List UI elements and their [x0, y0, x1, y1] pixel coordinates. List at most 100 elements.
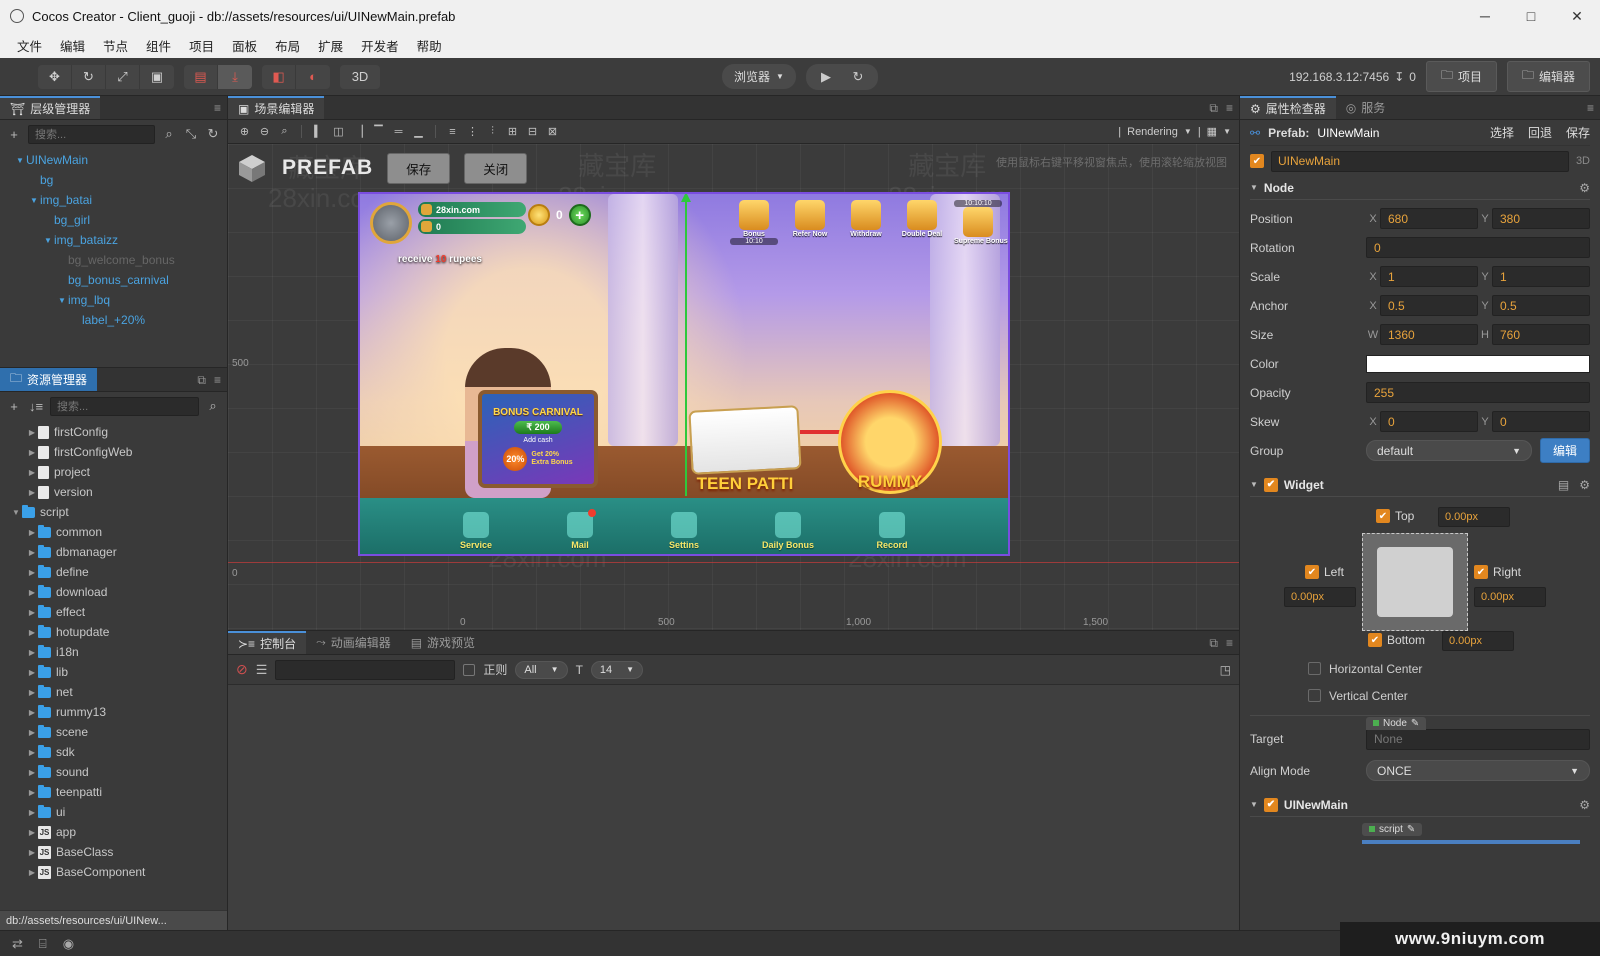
prefab-revert-button[interactable]: 回退 [1528, 124, 1552, 141]
edit-icon[interactable]: ✎ [1411, 718, 1419, 729]
align-bottom-icon[interactable]: ▁ [410, 123, 427, 140]
gear-icon[interactable]: ⚙ [1579, 798, 1590, 812]
target-value[interactable]: None [1366, 728, 1590, 750]
tab-services[interactable]: ◎ 服务 [1335, 96, 1396, 119]
console-output[interactable] [228, 685, 1239, 930]
log-filter-dropdown[interactable]: All ▼ [515, 660, 568, 679]
spacing-v-icon[interactable]: ⊟ [524, 123, 541, 140]
align-left-toggle-icon[interactable]: ◧ [262, 64, 296, 89]
tree-node[interactable]: bg [0, 170, 227, 190]
asset-row[interactable]: ▶ ui [0, 802, 227, 822]
tab-hierarchy[interactable]: ⛩ 层级管理器 [0, 96, 101, 119]
top-icon-item[interactable]: 10:10:10 Supreme Bonus [954, 200, 1008, 245]
chevron-right-icon[interactable]: ▶ [26, 648, 38, 657]
database-icon[interactable]: ⌸ [39, 936, 47, 952]
widget-bottom-checkbox[interactable]: ✔ [1368, 633, 1382, 647]
clear-console-icon[interactable]: ⊘ [236, 661, 248, 678]
align-center-toggle-icon[interactable]: ◐ [296, 65, 330, 89]
align-right-icon[interactable]: ▕ [350, 123, 367, 140]
rotation-input[interactable]: 0 [1366, 237, 1590, 258]
transform-gizmo-y-axis[interactable] [681, 194, 691, 496]
menu-item-edit[interactable]: 编辑 [51, 33, 94, 58]
asset-row[interactable]: ▶ define [0, 562, 227, 582]
nav-item-daily-bonus[interactable]: Daily Bonus [755, 512, 821, 550]
assets-tree[interactable]: ▶ firstConfig ▶ firstConfigWeb ▶ project ▶ vers… [0, 420, 227, 910]
tree-node[interactable]: bg_girl [0, 210, 227, 230]
chevron-right-icon[interactable]: ▶ [26, 788, 38, 797]
asset-row[interactable]: ▶ project [0, 462, 227, 482]
tab-scene-editor[interactable]: ▣ 场景编辑器 [228, 96, 325, 119]
scene-canvas[interactable]: 藏宝库28xin.com 藏宝库28xin.com 藏宝库28xin.com 藏… [228, 144, 1239, 630]
gear-icon[interactable]: ⚙ [1579, 478, 1590, 492]
chevron-down-icon[interactable]: ▼ [42, 236, 54, 245]
menu-item-extension[interactable]: 扩展 [309, 33, 352, 58]
hierarchy-search-input[interactable]: 搜索... [28, 124, 155, 144]
dock-console-icon[interactable]: ◳ [1220, 663, 1231, 677]
chevron-right-icon[interactable]: ▶ [26, 588, 38, 597]
scale-y-input[interactable]: 1 [1492, 266, 1590, 287]
bonus-carnival-panel[interactable]: BONUS CARNIVAL ₹ 200 Add cash 20% Get 20… [478, 390, 598, 488]
copy-icon[interactable]: ⧉ [1209, 101, 1218, 116]
asset-row[interactable]: ▶ sdk [0, 742, 227, 762]
zoom-out-icon[interactable]: ⊖ [256, 123, 273, 140]
menu-icon[interactable]: ≡ [214, 373, 221, 387]
mode-3d-button[interactable]: 3D [340, 65, 380, 89]
expand-all-icon[interactable]: ⤡ [183, 126, 199, 142]
chevron-down-icon[interactable]: ▼ [1250, 183, 1258, 192]
position-y-input[interactable]: 380 [1492, 208, 1590, 229]
chevron-down-icon[interactable]: ▼ [1184, 127, 1192, 136]
anchor-y-input[interactable]: 0.5 [1492, 295, 1590, 316]
tree-node[interactable]: bg_bonus_carnival [0, 270, 227, 290]
tree-node[interactable]: bg_welcome_bonus [0, 250, 227, 270]
component-section-header[interactable]: ▼ ✔ UINewMain ⚙ [1250, 793, 1590, 817]
widget-enabled-checkbox[interactable]: ✔ [1263, 477, 1278, 492]
log-file-icon[interactable]: ☰ [256, 662, 268, 678]
chevron-right-icon[interactable]: ▶ [26, 568, 38, 577]
zoom-fit-icon[interactable]: ⌕ [276, 123, 293, 140]
color-swatch[interactable] [1366, 354, 1590, 373]
menu-icon[interactable]: ≡ [1226, 636, 1233, 650]
asset-row[interactable]: ▶ i18n [0, 642, 227, 662]
anchor-x-input[interactable]: 0.5 [1380, 295, 1478, 316]
nav-item-service[interactable]: Service [443, 512, 509, 550]
menu-item-help[interactable]: 帮助 [408, 33, 451, 58]
scale-tool-icon[interactable]: ⤢ [106, 64, 140, 89]
nav-item-record[interactable]: Record [859, 512, 925, 550]
opacity-input[interactable]: 255 [1366, 382, 1590, 403]
asset-row[interactable]: ▶ rummy13 [0, 702, 227, 722]
asset-row[interactable]: ▶ firstConfigWeb [0, 442, 227, 462]
distribute-even-icon[interactable]: ⫶ [484, 123, 501, 140]
menu-icon[interactable]: ≡ [214, 101, 221, 115]
hierarchy-tree[interactable]: ▼ UINewMain bg ▼ img_batai bg_girl ▼ img… [0, 148, 227, 367]
refresh-icon[interactable]: ↻ [205, 126, 221, 142]
menu-icon[interactable]: ≡ [1587, 101, 1594, 115]
sort-icon[interactable]: ↓≡ [28, 399, 44, 414]
help-icon[interactable]: ▤ [1558, 478, 1569, 492]
spacing-e-icon[interactable]: ⊠ [544, 123, 561, 140]
asset-row[interactable]: ▶ effect [0, 602, 227, 622]
spacing-icon[interactable]: ⊞ [504, 123, 521, 140]
asset-row[interactable]: ▶ hotupdate [0, 622, 227, 642]
rotate-tool-icon[interactable]: ↻ [72, 64, 106, 89]
asset-row[interactable]: ▶ download [0, 582, 227, 602]
zoom-in-icon[interactable]: ⊕ [236, 123, 253, 140]
menu-item-component[interactable]: 组件 [137, 33, 180, 58]
component-enabled-checkbox[interactable]: ✔ [1263, 797, 1278, 812]
align-left-icon[interactable]: ▍ [310, 123, 327, 140]
menu-item-node[interactable]: 节点 [94, 33, 137, 58]
move-tool-icon[interactable]: ✥ [38, 64, 72, 89]
size-height-input[interactable]: 760 [1492, 324, 1590, 345]
asset-row[interactable]: ▶ JS app [0, 822, 227, 842]
nav-item-settings[interactable]: Settins [651, 512, 717, 550]
game-preview-frame[interactable]: 28xin.com 0 0 + receive 10 rupees Bonus … [358, 192, 1010, 556]
copy-icon[interactable]: ⧉ [197, 373, 206, 388]
asset-row[interactable]: ▶ lib [0, 662, 227, 682]
node-section-header[interactable]: ▼ Node ⚙ [1250, 176, 1590, 200]
close-button[interactable]: ✕ [1554, 0, 1600, 32]
menu-item-developer[interactable]: 开发者 [352, 33, 408, 58]
avatar[interactable] [370, 202, 412, 244]
group-dropdown[interactable]: default ▼ [1366, 440, 1532, 461]
target-field[interactable]: Node ✎ None [1366, 716, 1590, 750]
align-h-center-icon[interactable]: ◫ [330, 123, 347, 140]
position-x-input[interactable]: 680 [1380, 208, 1478, 229]
